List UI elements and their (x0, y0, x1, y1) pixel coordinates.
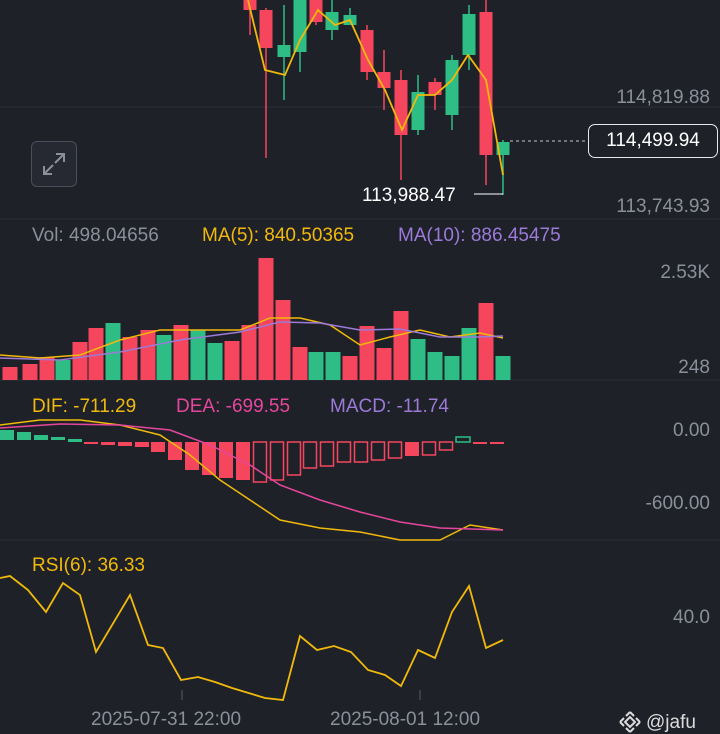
volume-axis-label-high: 2.53K (660, 262, 710, 283)
volume-bar (224, 341, 240, 380)
volume-bar (292, 347, 308, 380)
volume-bar (342, 356, 358, 380)
watermark: @jafu (618, 710, 696, 734)
volume-bar (478, 303, 494, 380)
macd-bar (34, 435, 48, 440)
rsi-value: RSI(6): 36.33 (32, 555, 145, 576)
macd-bar (118, 442, 132, 446)
candle-body (445, 60, 459, 115)
volume-bar (140, 330, 156, 380)
volume-axis-label-low: 248 (678, 357, 710, 378)
low-price-marker: 113,988.47 (362, 185, 456, 206)
volume-bar (275, 300, 291, 380)
volume-bar (308, 352, 324, 380)
volume-bar (72, 342, 88, 380)
macd-dif-value: DIF: -711.29 (32, 396, 137, 417)
macd-bar (17, 432, 31, 440)
macd-bar (336, 441, 352, 463)
volume-bar (241, 325, 257, 380)
candlesticks (243, 0, 510, 195)
macd-axis-label-low: -600.00 (645, 493, 710, 514)
volume-ma5-value: MA(5): 840.50365 (202, 225, 355, 246)
watermark-text: @jafu (646, 711, 696, 733)
candle-body (259, 10, 273, 48)
candle-body (309, 0, 323, 22)
macd-bar (269, 441, 285, 481)
volume-bars (2, 258, 511, 380)
macd-bar (302, 441, 318, 469)
macd-bar (286, 441, 302, 476)
binance-logo-icon (619, 711, 641, 733)
rsi-line (0, 575, 504, 701)
expand-icon (43, 153, 65, 175)
volume-bar (173, 325, 189, 380)
volume-bar (325, 352, 341, 380)
volume-value: Vol: 498.04656 (32, 225, 159, 246)
macd-histogram (0, 430, 504, 483)
candle-body (411, 92, 425, 130)
macd-bar (387, 441, 403, 459)
candle-body (462, 14, 476, 55)
macd-bar (438, 441, 454, 451)
macd-lines (0, 419, 504, 541)
volume-bar (207, 343, 223, 380)
candle-body (277, 45, 291, 57)
volume-bar (495, 356, 511, 380)
volume-bar (55, 360, 71, 380)
current-price-tag[interactable]: 114,499.94 (588, 124, 718, 158)
volume-bar (376, 348, 392, 380)
volume-bar (122, 337, 138, 380)
macd-bar (84, 442, 98, 444)
rsi-line (0, 575, 504, 701)
volume-bar (2, 367, 18, 380)
candle-body (293, 0, 307, 52)
macd-bar (51, 437, 65, 440)
candle-body (428, 82, 442, 95)
macd-bar (219, 442, 233, 478)
macd-bar (353, 441, 369, 463)
price-axis-label-high: 114,819.88 (616, 87, 710, 108)
volume-bar (359, 326, 375, 380)
chart-canvas[interactable] (0, 0, 720, 720)
rsi-axis-label: 40.0 (673, 607, 710, 628)
macd-bar (455, 436, 471, 443)
macd-dif-line (0, 419, 504, 541)
macd-value: MACD: -11.74 (330, 396, 449, 417)
expand-chart-button[interactable] (31, 141, 77, 187)
macd-bar (421, 441, 437, 456)
macd-dea-value: DEA: -699.55 (176, 396, 291, 417)
volume-bar (393, 311, 409, 380)
macd-bar (68, 439, 82, 442)
volume-bar (427, 352, 443, 380)
volume-ma10-value: MA(10): 886.45475 (398, 225, 561, 246)
macd-bar (252, 441, 268, 483)
volume-bar (22, 364, 38, 380)
macd-axis-label-zero: 0.00 (673, 420, 710, 441)
macd-bar (319, 441, 335, 467)
volume-bar (444, 356, 460, 380)
volume-bar (410, 339, 426, 380)
macd-bar (473, 442, 487, 444)
macd-bar (490, 442, 504, 444)
price-axis-label-low: 113,743.93 (616, 196, 710, 217)
macd-bar (370, 441, 386, 461)
candle-body (325, 12, 339, 30)
macd-bar (0, 430, 14, 440)
macd-bar (151, 442, 165, 452)
macd-bar (135, 442, 149, 447)
macd-bar (405, 442, 419, 456)
macd-bar (101, 442, 115, 445)
